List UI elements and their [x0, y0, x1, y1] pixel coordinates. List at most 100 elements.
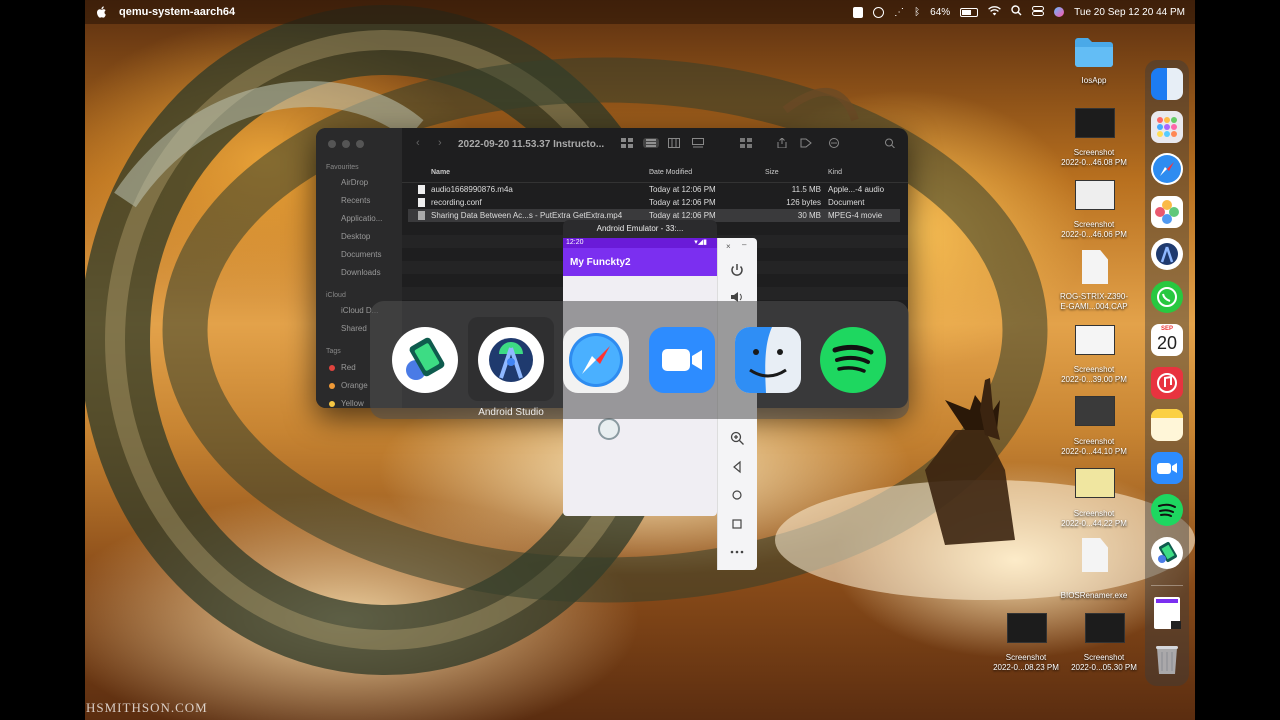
screenshot-thumbnail[interactable]	[1075, 325, 1115, 355]
sidebar-tag-orange[interactable]: Orange	[341, 381, 368, 390]
zoom-button[interactable]	[356, 140, 364, 148]
file-row[interactable]: audio1668990876.m4a Today at 12:06 PM 11…	[408, 183, 900, 196]
desktop-icon-label: BIOSRenamer.exe	[1060, 591, 1128, 600]
more-actions-icon[interactable]	[828, 138, 840, 148]
control-center-icon[interactable]	[1032, 5, 1045, 19]
bbedit-icon[interactable]	[853, 6, 864, 18]
battery-icon[interactable]	[960, 7, 979, 17]
bluetooth-icon[interactable]: ᛒ	[914, 7, 920, 18]
siri-icon[interactable]	[1054, 7, 1065, 17]
dock-photos-icon[interactable]	[1151, 196, 1183, 228]
active-app-name[interactable]: qemu-system-aarch64	[119, 6, 235, 18]
col-date-modified[interactable]: Date Modified	[649, 169, 692, 176]
document-file-icon[interactable]	[1082, 250, 1108, 284]
wifi-icon[interactable]	[988, 5, 1002, 19]
dock-finder-icon[interactable]	[1151, 68, 1183, 100]
dock-notes-icon[interactable]	[1151, 409, 1183, 441]
dock-android-studio-icon[interactable]	[1151, 238, 1183, 270]
screenshot-thumbnail[interactable]	[1085, 613, 1125, 643]
sidebar-tag-yellow[interactable]: Yellow	[341, 399, 364, 408]
dock-trash-icon[interactable]	[1151, 642, 1183, 674]
file-kind: MPEG-4 movie	[828, 211, 883, 220]
icloud-header: iCloud	[326, 292, 346, 299]
icon-view-icon[interactable]	[621, 138, 633, 148]
folder-icon[interactable]	[1074, 36, 1114, 68]
tags-header: Tags	[326, 348, 341, 355]
back-nav-icon[interactable]	[729, 459, 745, 475]
battery-percent: 64%	[930, 6, 951, 18]
sidebar-item-applications[interactable]: Applicatio...	[341, 214, 382, 223]
dock-recent-window-thumbnail[interactable]	[1154, 597, 1181, 629]
audio-file-icon	[418, 185, 425, 194]
dock-music-icon[interactable]	[1151, 367, 1183, 399]
compass-icon[interactable]	[873, 6, 885, 18]
home-nav-icon[interactable]	[729, 487, 745, 503]
zoom-icon[interactable]	[648, 326, 716, 394]
sidebar-item-shared[interactable]: Shared	[341, 324, 367, 333]
apple-menu-icon[interactable]	[95, 5, 109, 19]
power-icon[interactable]	[729, 262, 745, 278]
screenshot-thumbnail[interactable]	[1075, 396, 1115, 426]
calendar-day: 20	[1156, 333, 1178, 353]
floating-action-circle[interactable]	[598, 418, 620, 440]
desktop-icon-label[interactable]: IosApp	[1044, 76, 1144, 86]
finder-search-icon[interactable]	[884, 138, 896, 148]
minimize-button[interactable]	[342, 140, 350, 148]
android-emulator-icon[interactable]	[391, 326, 459, 394]
back-icon[interactable]: ‹	[416, 137, 420, 149]
sidebar-item-desktop[interactable]: Desktop	[341, 232, 370, 241]
overview-nav-icon[interactable]	[729, 516, 745, 532]
screenshot-thumbnail[interactable]	[1075, 108, 1115, 138]
column-header: Name ⌃ Date Modified Size Kind	[402, 166, 908, 183]
search-icon[interactable]	[1011, 5, 1022, 19]
dock-safari-icon[interactable]	[1151, 153, 1183, 185]
dock-spotify-icon[interactable]	[1151, 494, 1183, 526]
exe-file-icon[interactable]	[1082, 538, 1108, 572]
col-size[interactable]: Size	[765, 169, 779, 176]
screenshot-thumbnail[interactable]	[1075, 468, 1115, 498]
file-date: Today at 12:06 PM	[649, 211, 716, 220]
col-name[interactable]: Name	[431, 169, 450, 176]
zoom-in-icon[interactable]	[729, 430, 745, 446]
safari-icon[interactable]	[562, 326, 630, 394]
group-icon[interactable]	[740, 138, 752, 148]
spotify-icon[interactable]	[819, 326, 887, 394]
finder-icon[interactable]	[734, 326, 802, 394]
dock-separator	[1151, 585, 1183, 586]
forward-icon[interactable]: ›	[438, 137, 442, 149]
sidebar-item-airdrop[interactable]: AirDrop	[341, 178, 368, 187]
screenshot-thumbnail[interactable]	[1007, 613, 1047, 643]
emulator-title-bar[interactable]: Android Emulator - 33:...	[563, 220, 717, 238]
dock-whatsapp-icon[interactable]	[1151, 281, 1183, 313]
desktop-icon-label: 2022-0...05.30 PM	[1071, 663, 1137, 672]
close-button[interactable]	[328, 140, 336, 148]
dock-android-emulator-icon[interactable]	[1151, 537, 1183, 569]
file-row[interactable]: recording.conf Today at 12:06 PM 126 byt…	[408, 196, 900, 209]
sidebar-item-documents[interactable]: Documents	[341, 250, 381, 259]
more-options-icon[interactable]	[729, 544, 745, 560]
clock-datetime[interactable]: Tue 20 Sep 12 20 44 PM	[1074, 7, 1185, 18]
file-size: 11.5 MB	[791, 185, 821, 194]
sidebar-item-recents[interactable]: Recents	[341, 196, 370, 205]
dots-icon[interactable]: ⋰	[894, 7, 904, 18]
dock-zoom-icon[interactable]	[1151, 452, 1183, 484]
col-kind[interactable]: Kind	[828, 169, 842, 176]
sidebar-item-downloads[interactable]: Downloads	[341, 268, 381, 277]
dock-launchpad-icon[interactable]	[1151, 111, 1183, 143]
sidebar-tag-red[interactable]: Red	[341, 363, 356, 372]
tag-icon[interactable]	[800, 138, 812, 148]
desktop-icon-label: 2022-0...46.06 PM	[1061, 230, 1127, 239]
letterbox-left	[0, 0, 85, 720]
column-view-icon[interactable]	[668, 138, 680, 148]
share-icon[interactable]	[776, 138, 788, 148]
dock-calendar-icon[interactable]: SEP 20	[1151, 324, 1183, 356]
emulator-close-icon[interactable]: ×	[726, 242, 731, 251]
desktop-icon-label: Screenshot	[1073, 509, 1115, 518]
signal-battery-icon: ▾◢▮	[694, 239, 707, 246]
screenshot-thumbnail[interactable]	[1075, 180, 1115, 210]
android-studio-icon[interactable]	[477, 326, 545, 394]
list-view-icon[interactable]	[643, 138, 659, 148]
gallery-view-icon[interactable]	[692, 138, 704, 148]
file-date: Today at 12:06 PM	[649, 185, 716, 194]
emulator-minimize-icon[interactable]: –	[742, 240, 746, 249]
